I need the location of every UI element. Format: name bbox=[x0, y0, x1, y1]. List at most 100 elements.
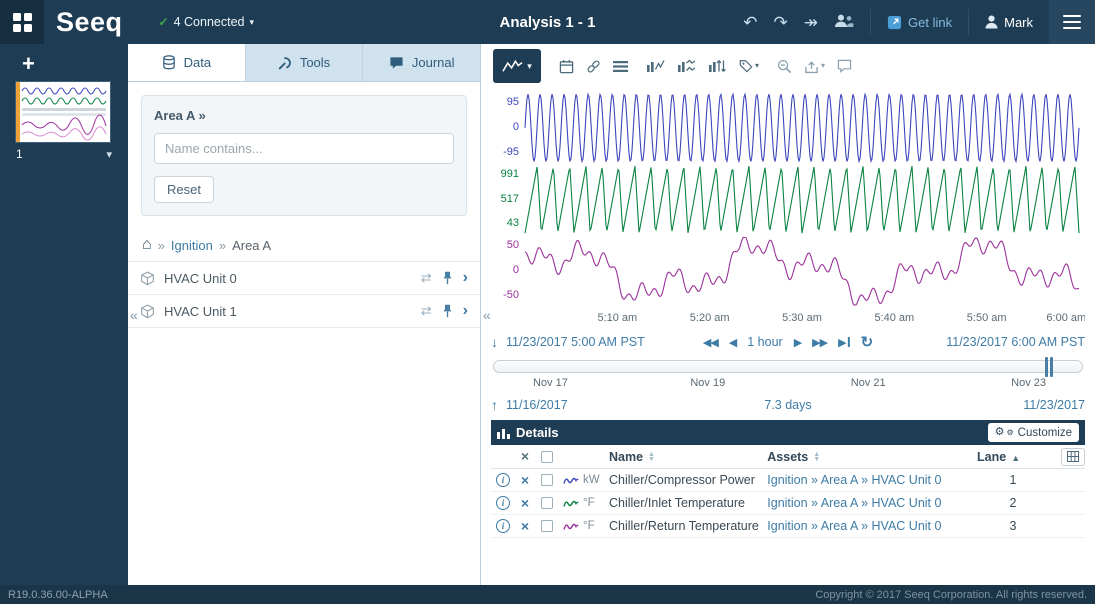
get-link-button[interactable]: Get link bbox=[887, 15, 952, 30]
tab-tools[interactable]: Tools bbox=[246, 44, 364, 81]
one-lane-button[interactable] bbox=[646, 59, 665, 73]
home-icon[interactable]: ⌂ bbox=[142, 237, 152, 253]
drill-in-chevron-icon[interactable]: › bbox=[463, 303, 468, 319]
step-forward-button[interactable]: ▶ bbox=[794, 336, 801, 349]
apps-menu-button[interactable] bbox=[0, 0, 44, 44]
asset-row[interactable]: HVAC Unit 1 ⇄ › bbox=[128, 295, 480, 328]
range-end-label[interactable]: 11/23/2017 6:00 AM PST bbox=[946, 335, 1085, 349]
asset-name: HVAC Unit 1 bbox=[164, 304, 412, 319]
labels-button[interactable]: ▾ bbox=[739, 59, 759, 73]
remove-all-button[interactable]: × bbox=[521, 449, 529, 463]
separate-lanes-button[interactable] bbox=[677, 59, 696, 73]
x-axis-tick: 5:10 am bbox=[597, 312, 637, 324]
signal-name[interactable]: Chiller/Compressor Power bbox=[609, 473, 767, 487]
step-to-end-button[interactable]: ▶ bbox=[838, 336, 849, 349]
column-assets-label[interactable]: Assets bbox=[767, 450, 808, 464]
worksheet-thumbnail[interactable] bbox=[16, 82, 110, 142]
user-icon bbox=[985, 15, 998, 29]
worksheet-caret-icon[interactable]: ▾ bbox=[106, 148, 112, 161]
pin-icon[interactable] bbox=[442, 271, 453, 285]
add-worksheet-button[interactable]: + bbox=[16, 50, 41, 78]
detail-row[interactable]: i × kW Chiller/Compressor Power Ignition… bbox=[491, 469, 1085, 492]
signal-icon bbox=[563, 521, 579, 532]
name-contains-input[interactable] bbox=[154, 133, 454, 164]
y-axis-tick: 517 bbox=[491, 193, 519, 206]
extend-range-up-icon[interactable]: ↑ bbox=[491, 397, 498, 413]
y-axis-tick: 0 bbox=[491, 264, 519, 277]
asset-path-link[interactable]: Ignition » Area A » HVAC Unit 0 bbox=[767, 519, 941, 533]
y-axis-tick: 43 bbox=[491, 217, 519, 230]
detail-row[interactable]: i × °F Chiller/Inlet Temperature Ignitio… bbox=[491, 492, 1085, 515]
collapse-rail-handle[interactable]: « bbox=[130, 307, 138, 323]
share-button[interactable]: ↠ bbox=[804, 14, 818, 31]
row-checkbox[interactable] bbox=[541, 497, 553, 509]
seeq-logo: Seeq bbox=[56, 7, 123, 38]
column-lane-label[interactable]: Lane bbox=[977, 450, 1006, 464]
auto-update-button[interactable]: ↻ bbox=[861, 333, 874, 351]
calendar-button[interactable] bbox=[559, 59, 574, 74]
column-name-label[interactable]: Name bbox=[609, 450, 643, 464]
step-duration-label[interactable]: 1 hour bbox=[747, 335, 782, 349]
info-button[interactable]: i bbox=[496, 519, 510, 533]
reset-button[interactable]: Reset bbox=[154, 176, 214, 203]
row-checkbox[interactable] bbox=[541, 474, 553, 486]
tab-data[interactable]: Data bbox=[128, 44, 246, 81]
step-to-end-icon: ▶ bbox=[838, 336, 845, 349]
sort-icons[interactable]: ▲▼ bbox=[648, 452, 655, 462]
signal-icon bbox=[563, 498, 579, 509]
link-ranges-button[interactable] bbox=[586, 59, 601, 74]
asset-row[interactable]: HVAC Unit 0 ⇄ › bbox=[128, 262, 480, 295]
timebar-track[interactable] bbox=[493, 360, 1083, 373]
range-start-label[interactable]: 11/23/2017 5:00 AM PST bbox=[506, 335, 645, 349]
annotate-button[interactable] bbox=[837, 59, 852, 73]
hamburger-menu-button[interactable] bbox=[1049, 0, 1095, 44]
select-all-checkbox[interactable] bbox=[541, 451, 553, 463]
timebar-handle[interactable] bbox=[1044, 357, 1055, 377]
collaborators-button[interactable] bbox=[834, 14, 854, 31]
investigate-duration-label[interactable]: 7.3 days bbox=[764, 398, 811, 412]
remove-signal-button[interactable]: × bbox=[521, 496, 529, 510]
signal-name[interactable]: Chiller/Inlet Temperature bbox=[609, 496, 767, 510]
asset-path-link[interactable]: Ignition » Area A » HVAC Unit 0 bbox=[767, 496, 941, 510]
collapse-data-panel-handle[interactable]: « bbox=[483, 307, 491, 323]
drill-in-chevron-icon[interactable]: › bbox=[463, 270, 468, 286]
sort-icons[interactable]: ▲▼ bbox=[813, 452, 820, 462]
tab-journal[interactable]: Journal bbox=[363, 44, 480, 81]
journal-icon bbox=[389, 56, 404, 70]
row-checkbox[interactable] bbox=[541, 520, 553, 532]
zoom-out-button[interactable] bbox=[777, 59, 792, 74]
extend-range-down-icon[interactable]: ↓ bbox=[491, 334, 498, 350]
step-back-button[interactable]: ◀ bbox=[729, 336, 736, 349]
connection-status[interactable]: ✓ 4 Connected ▾ bbox=[159, 15, 254, 29]
investigate-start-label[interactable]: 11/16/2017 bbox=[506, 398, 568, 412]
detail-row[interactable]: i × °F Chiller/Return Temperature Igniti… bbox=[491, 515, 1085, 538]
trend-chart[interactable]: 950-9599151743500-505:10 am5:20 am5:30 a… bbox=[491, 92, 1085, 329]
info-button[interactable]: i bbox=[496, 473, 510, 487]
step-forward-fast-button[interactable]: ▶▶ bbox=[812, 336, 827, 349]
table-columns-button[interactable] bbox=[1061, 448, 1085, 466]
x-axis-tick: 5:50 am bbox=[967, 312, 1007, 324]
lane-number: 2 bbox=[973, 496, 1053, 510]
swap-icon[interactable]: ⇄ bbox=[421, 303, 432, 319]
investigate-end-label[interactable]: 11/23/2017 bbox=[1023, 398, 1085, 412]
swap-icon[interactable]: ⇄ bbox=[421, 270, 432, 286]
trend-view-dropdown-button[interactable]: ▾ bbox=[493, 49, 541, 83]
tab-journal-label: Journal bbox=[412, 55, 455, 70]
separate-axes-button[interactable] bbox=[708, 59, 727, 73]
remove-signal-button[interactable]: × bbox=[521, 473, 529, 487]
y-axis-tick: 991 bbox=[491, 168, 519, 181]
breadcrumb-ignition-link[interactable]: Ignition bbox=[171, 238, 213, 253]
redo-button[interactable]: ↷ bbox=[774, 14, 788, 31]
remove-signal-button[interactable]: × bbox=[521, 519, 529, 533]
asset-path-link[interactable]: Ignition » Area A » HVAC Unit 0 bbox=[767, 473, 941, 487]
user-menu[interactable]: Mark bbox=[985, 15, 1033, 30]
lanes-button[interactable] bbox=[613, 60, 628, 73]
customize-button[interactable]: ⚙⚙ Customize bbox=[988, 423, 1079, 442]
seeq-app: Seeq ✓ 4 Connected ▾ Analysis 1 - 1 ↶ ↷ … bbox=[0, 0, 1095, 604]
undo-button[interactable]: ↶ bbox=[743, 14, 757, 31]
step-back-fast-button[interactable]: ◀◀ bbox=[703, 336, 718, 349]
pin-icon[interactable] bbox=[442, 304, 453, 318]
info-button[interactable]: i bbox=[496, 496, 510, 510]
signal-name[interactable]: Chiller/Return Temperature bbox=[609, 519, 767, 533]
export-button[interactable]: ▾ bbox=[804, 59, 825, 74]
